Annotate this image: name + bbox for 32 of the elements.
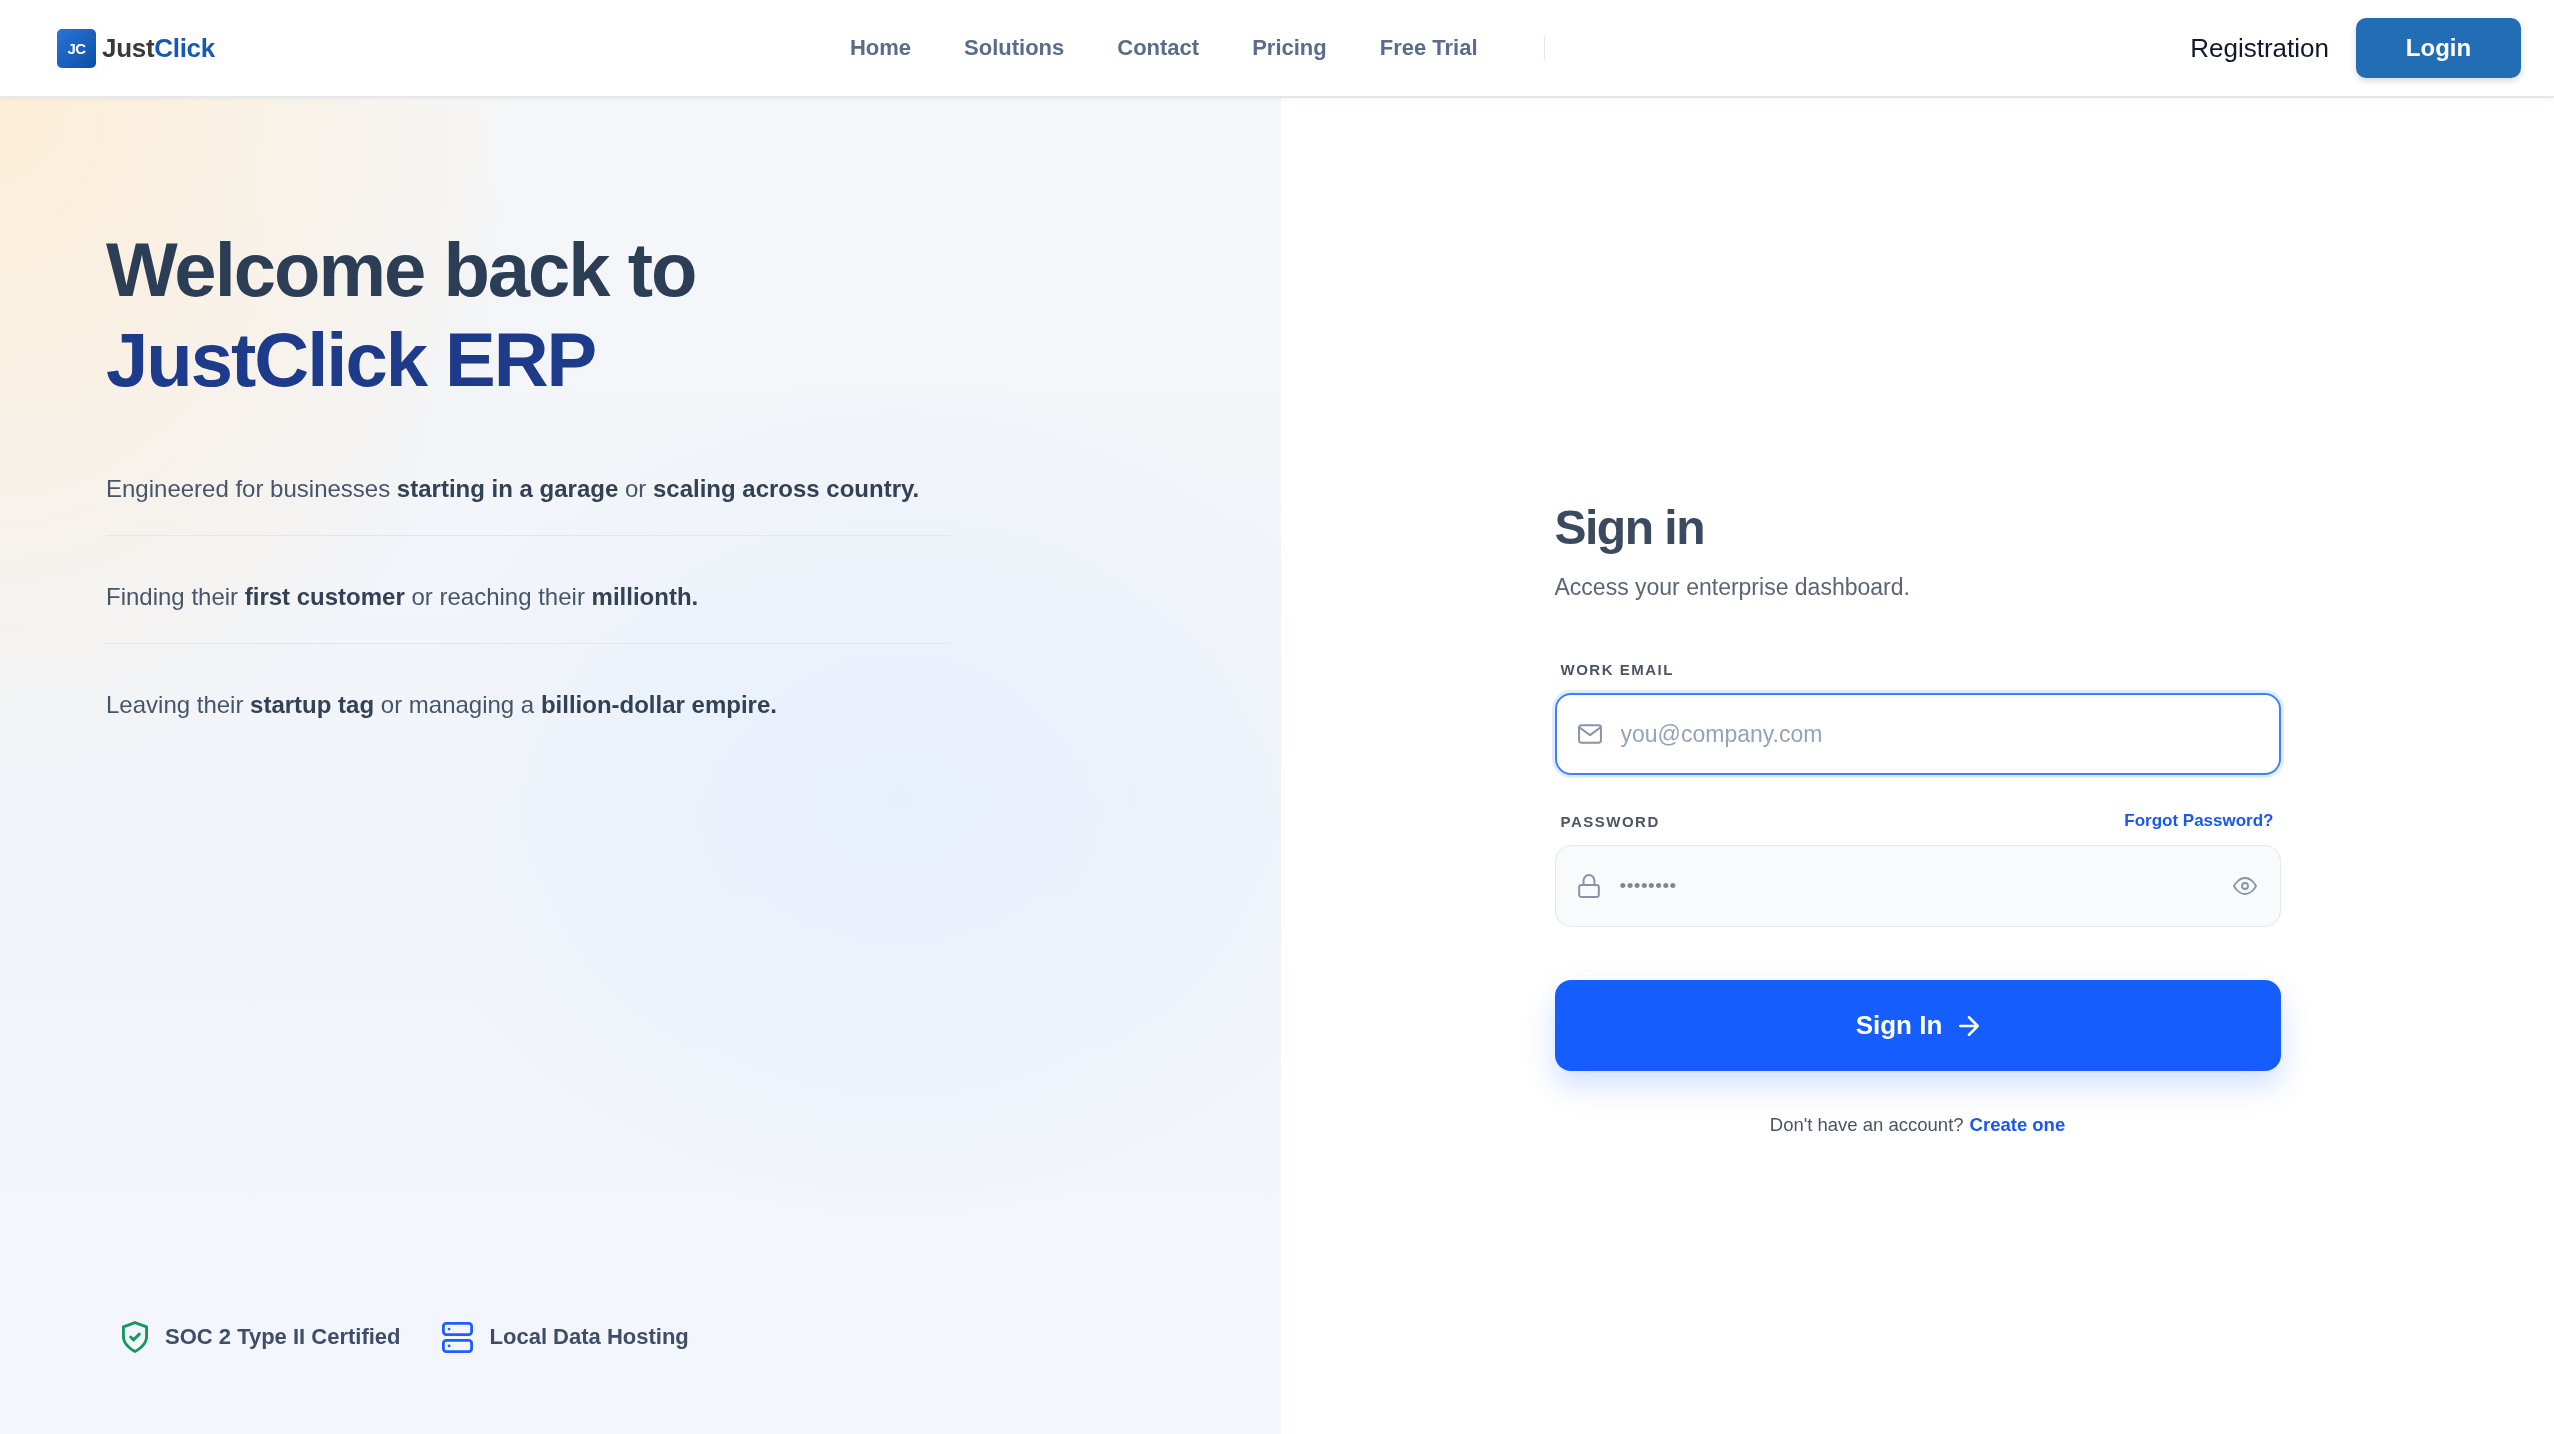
nav-link[interactable]: Free Trial (1379, 35, 1478, 61)
product-heading: JustClick ERP (106, 316, 597, 404)
statement-text: Finding their first customer or reaching their millionth. (106, 536, 950, 644)
server-icon (441, 1321, 473, 1353)
nav-link[interactable]: Contact (1117, 35, 1200, 61)
login-button[interactable]: Login (2356, 18, 2521, 78)
arrow-right-icon (1959, 1015, 1980, 1036)
logo-wordmark[interactable]: JustClick (102, 32, 215, 64)
sign-in-button[interactable]: Sign In (1554, 980, 2281, 1071)
statement-text: Engineered for businesses starting in a garage or scaling across country. (106, 428, 950, 536)
nav-link[interactable]: Home (849, 35, 912, 61)
create-account-link[interactable]: Create one (1969, 1112, 2066, 1138)
field-label: PASSWORD (1560, 812, 1660, 830)
logo-mark[interactable]: JC (57, 28, 96, 68)
statement-text: Leaving their startup tag or managing a billion-dollar empire. (106, 690, 778, 720)
lock-icon (1577, 874, 1600, 898)
mail-icon (1577, 724, 1602, 744)
eye-icon[interactable] (2232, 877, 2257, 895)
nav-link[interactable]: Solutions (964, 35, 1065, 61)
forgot-password-link[interactable]: Forgot Password? (2124, 811, 2274, 831)
email-field[interactable]: you@company.com (1554, 693, 2281, 775)
field-label: WORK EMAIL (1560, 660, 1674, 678)
welcome-heading: Welcome back to (106, 226, 696, 314)
trust-label: Local Data Hosting (489, 1324, 689, 1350)
shield-check-icon (122, 1321, 148, 1353)
signup-prompt: Don't have an account? (1769, 1113, 1964, 1137)
sign-in-subtitle: Access your enterprise dashboard. (1554, 573, 1911, 602)
registration-link[interactable]: Registration (2190, 32, 2329, 64)
nav-link[interactable]: Pricing (1252, 35, 1327, 61)
trust-label: SOC 2 Type II Certified (165, 1324, 401, 1350)
password-field[interactable]: •••••••• (1554, 845, 2281, 927)
sign-in-title: Sign in (1554, 500, 1705, 556)
